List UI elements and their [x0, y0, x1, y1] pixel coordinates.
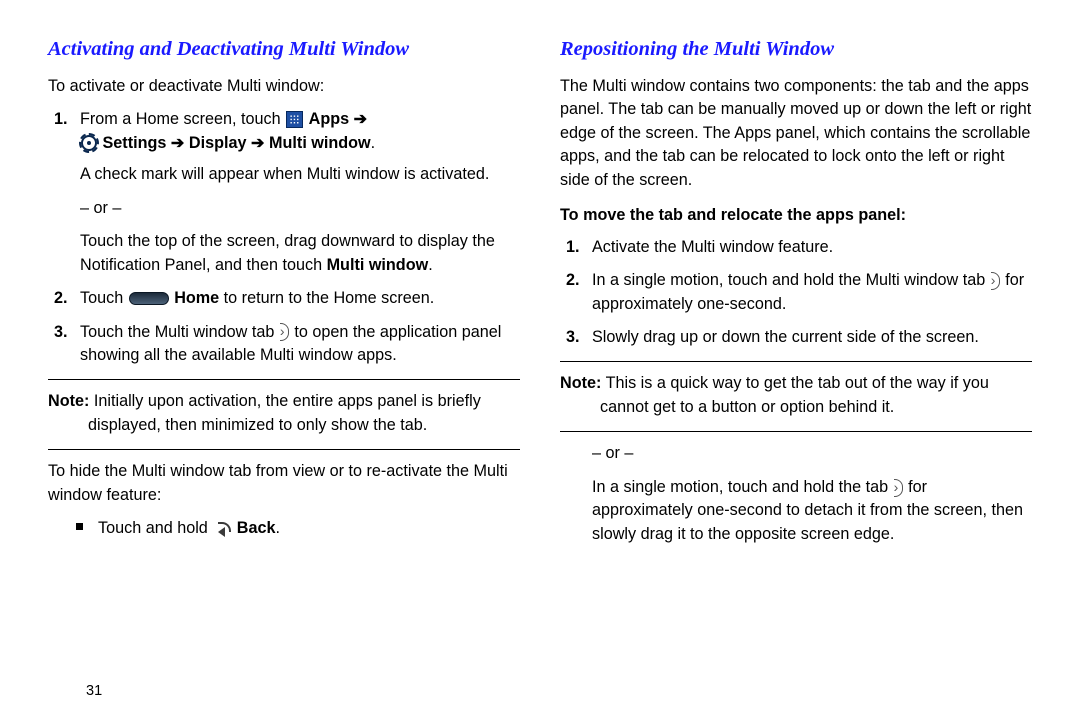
note-left: Note: Initially upon activation, the ent… — [48, 390, 520, 437]
rstep-3: Slowly drag up or down the current side … — [592, 326, 1032, 349]
rstep-2: In a single motion, touch and hold the M… — [592, 269, 1032, 316]
period-2: . — [428, 256, 433, 274]
step-2: Touch Home to return to the Home screen. — [80, 287, 520, 310]
divider-4 — [560, 431, 1032, 432]
note-label-left: Note: — [48, 392, 89, 410]
page-number: 31 — [86, 681, 102, 702]
bullet-a: Touch and hold — [98, 519, 212, 537]
right-column: Repositioning the Multi Window The Multi… — [560, 36, 1032, 549]
or-1: – or – — [80, 197, 520, 220]
note-body-left: Initially upon activation, the entire ap… — [88, 392, 481, 433]
step-3: Touch the Multi window tab to open the a… — [80, 321, 520, 368]
bullet-back: Touch and hold Back. — [98, 517, 520, 540]
left-column: Activating and Deactivating Multi Window… — [48, 36, 520, 549]
divider-3 — [560, 361, 1032, 362]
or-right: – or – — [592, 442, 1032, 465]
intro-left: To activate or deactivate Multi window: — [48, 75, 520, 98]
heading-activating: Activating and Deactivating Multi Window — [48, 36, 520, 63]
step3-a: Touch the Multi window tab — [80, 323, 279, 341]
apps-label: Apps — [309, 110, 354, 128]
note-label-right: Note: — [560, 374, 601, 392]
rstep-1: Activate the Multi window feature. — [592, 236, 1032, 259]
note-right: Note: This is a quick way to get the tab… — [560, 372, 1032, 419]
intro-right: The Multi window contains two components… — [560, 75, 1032, 192]
step1-text-a: From a Home screen, touch — [80, 110, 285, 128]
step2-a: Touch — [80, 289, 128, 307]
settings-gear-icon — [81, 135, 97, 151]
tab-icon — [280, 323, 289, 341]
hide-intro: To hide the Multi window tab from view o… — [48, 460, 520, 507]
tab-icon-3 — [894, 479, 903, 497]
step-1: From a Home screen, touch Apps ➔ Setting… — [80, 108, 520, 277]
period-1: . — [371, 134, 376, 152]
touch-top-para: Touch the top of the screen, drag downwa… — [80, 230, 520, 277]
divider-1 — [48, 379, 520, 380]
home-button-icon — [129, 292, 169, 305]
multi-window-bold: Multi window — [327, 256, 429, 274]
page-columns: Activating and Deactivating Multi Window… — [48, 36, 1032, 549]
r2a: In a single motion, touch and hold the M… — [592, 271, 990, 289]
period-3: . — [276, 519, 281, 537]
home-bold: Home — [170, 289, 219, 307]
step2-b: to return to the Home screen. — [219, 289, 434, 307]
divider-2 — [48, 449, 520, 450]
to-move-heading: To move the tab and relocate the apps pa… — [560, 204, 1032, 227]
hide-bullets: Touch and hold Back. — [48, 517, 520, 540]
heading-repositioning: Repositioning the Multi Window — [560, 36, 1032, 63]
back-bold: Back — [232, 519, 275, 537]
steps-left: From a Home screen, touch Apps ➔ Setting… — [48, 108, 520, 367]
checkmark-note: A check mark will appear when Multi wind… — [80, 163, 520, 186]
settings-path: Settings ➔ Display ➔ Multi window — [103, 134, 371, 152]
arrow-icon: ➔ — [354, 110, 368, 128]
post-para: In a single motion, touch and hold the t… — [592, 476, 1032, 546]
post-a: In a single motion, touch and hold the t… — [592, 478, 893, 496]
apps-icon — [286, 111, 303, 128]
steps-right: Activate the Multi window feature. In a … — [560, 236, 1032, 350]
tab-icon-2 — [991, 272, 1000, 290]
back-icon — [213, 522, 231, 536]
right-tail: – or – In a single motion, touch and hol… — [560, 442, 1032, 546]
note-body-right: This is a quick way to get the tab out o… — [600, 374, 989, 415]
